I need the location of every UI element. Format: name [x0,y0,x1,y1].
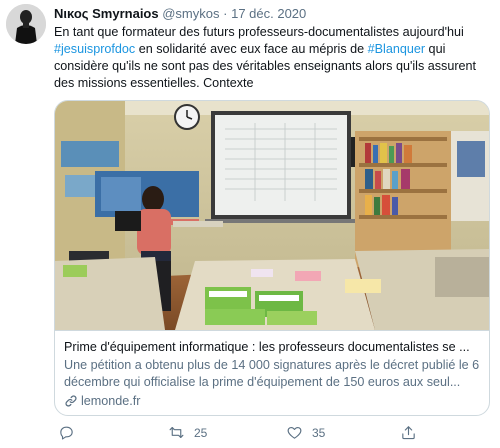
author-handle[interactable]: @smykos [162,6,219,21]
reply-button[interactable] [58,424,84,441]
like-count: 35 [312,425,326,440]
card-domain[interactable]: lemonde.fr [64,393,141,409]
retweet-count: 25 [194,425,208,440]
tweet-date[interactable]: 17 déc. 2020 [231,6,306,21]
share-button[interactable] [400,424,426,441]
like-button[interactable]: 35 [286,424,325,441]
hashtag-jesuisprofdoc[interactable]: #jesuisprofdoc [54,42,135,56]
reply-icon [60,426,73,440]
retweet-button[interactable]: 25 [168,424,207,441]
tweet[interactable]: Νικος Smyrnaios @smykos · 17 déc. 2020 E… [0,0,500,448]
card-info[interactable]: Prime d'équipement informatique : les pr… [55,330,489,415]
tweet-text-part: en solidarité avec eux face au mépris de [135,42,368,56]
tweet-actions: 25 35 [54,424,494,444]
share-icon [402,426,415,440]
avatar[interactable] [6,4,46,44]
avatar-silhouette-icon [6,4,46,44]
retweet-icon [169,426,184,439]
author-name[interactable]: Νικος Smyrnaios [54,6,159,21]
card-domain-text: lemonde.fr [81,394,141,408]
tweet-header: Νικος Smyrnaios @smykos · 17 déc. 2020 [54,6,306,22]
classroom-photo [55,101,489,330]
hashtag-blanquer[interactable]: #Blanquer [368,42,425,56]
card-title[interactable]: Prime d'équipement informatique : les pr… [64,339,484,355]
link-icon [64,394,78,408]
tweet-text-part: En tant que formateur des futurs profess… [54,25,464,39]
header-separator: · [223,6,228,21]
tweet-text: En tant que formateur des futurs profess… [54,24,494,92]
link-card[interactable]: Prime d'équipement informatique : les pr… [54,100,490,416]
card-description: Une pétition a obtenu plus de 14 000 sig… [64,358,480,389]
card-image[interactable] [55,101,489,330]
heart-icon [287,426,302,439]
